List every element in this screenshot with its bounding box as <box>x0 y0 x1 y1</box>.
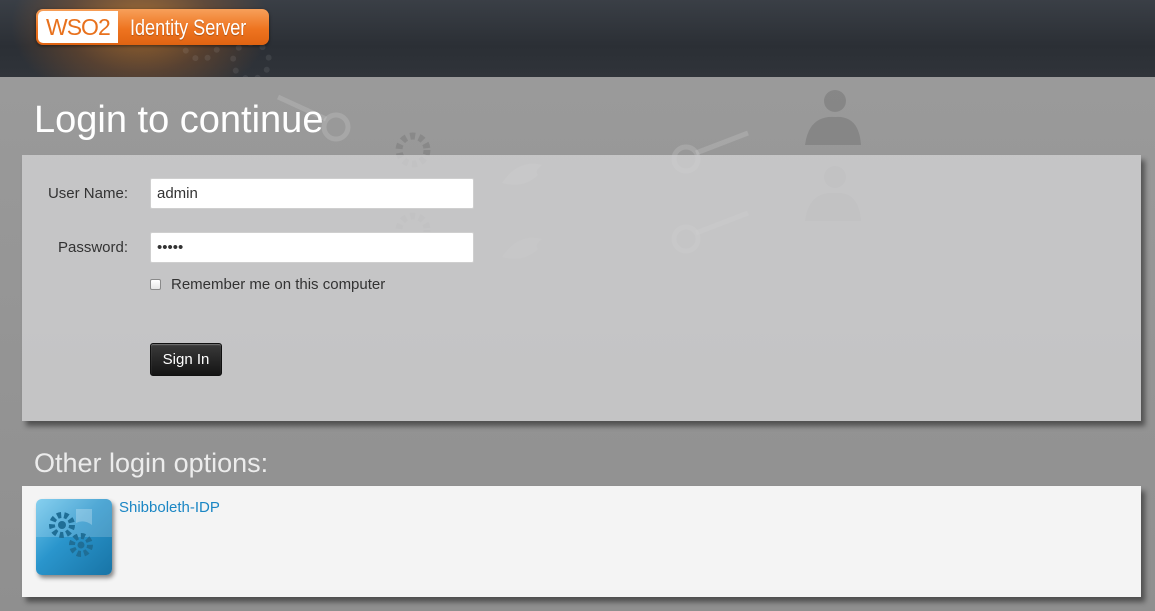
remember-me-label[interactable]: Remember me on this computer <box>171 276 385 293</box>
username-input[interactable] <box>150 178 474 209</box>
password-input[interactable] <box>150 232 474 263</box>
shibboleth-idp-link[interactable]: Shibboleth-IDP <box>119 499 220 516</box>
users-icon <box>805 90 861 145</box>
wso2-identity-server-logo[interactable]: WSO2 Identity Server <box>36 9 269 45</box>
password-label: Password: <box>57 239 128 256</box>
logo-product-name: Identity Server <box>130 15 247 40</box>
header-bar: WSO2 Identity Server <box>0 0 1155 77</box>
page-title: Login to continue <box>34 99 324 141</box>
logo-wso2-text: WSO2 <box>38 11 118 43</box>
other-login-options-panel: Shibboleth-IDP <box>22 486 1141 597</box>
login-form-panel: User Name: Password: Remember me on this… <box>22 155 1141 421</box>
gear-icon <box>230 40 272 77</box>
gears-icon[interactable] <box>36 499 112 575</box>
remember-me-checkbox[interactable] <box>150 279 161 290</box>
other-login-options-title: Other login options: <box>34 448 269 478</box>
username-label: User Name: <box>47 185 128 202</box>
sign-in-button[interactable]: Sign In <box>150 343 222 376</box>
